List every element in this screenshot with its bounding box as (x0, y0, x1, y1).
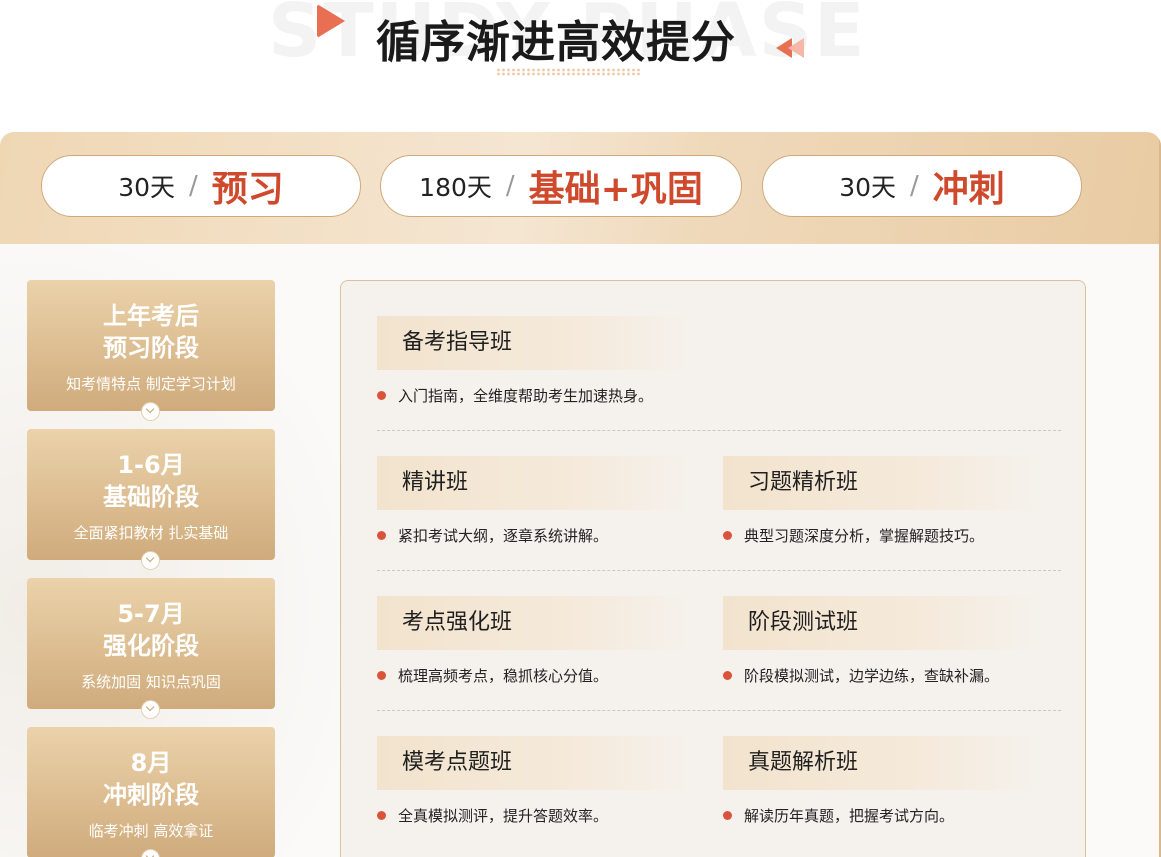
phase-days: 30天 (839, 173, 897, 202)
chevron-down-icon (142, 552, 159, 569)
course-title-stage-test[interactable]: 阶段测试班 (723, 596, 1053, 650)
bullet-dot (377, 811, 386, 820)
phase-name: 预习 (211, 169, 284, 210)
stage-subtitle: 知考情特点 制定学习计划 (66, 375, 236, 393)
course-description-text: 梳理高频考点，稳抓核心分值。 (398, 667, 609, 685)
dashed-divider (377, 570, 1061, 571)
phase-name: 基础+巩固 (528, 169, 703, 210)
study-plan-panel: 30天 / 预习 180天 / 基础+巩固 30天 / 冲刺 上年考后 预习阶段… (0, 132, 1161, 857)
stage-subtitle: 系统加固 知识点巩固 (81, 673, 221, 691)
slash-separator: / (189, 171, 198, 201)
stage-card-intensive[interactable]: 5-7月 强化阶段 系统加固 知识点巩固 (27, 578, 275, 718)
stage-card-sprint[interactable]: 8月 冲刺阶段 临考冲刺 高效拿证 (27, 727, 275, 857)
phase-days: 180天 (419, 173, 492, 202)
section-header: STUDY PHASE 循序渐进高效提分 (0, 0, 1161, 110)
stage-title: 8月 冲刺阶段 (103, 749, 199, 809)
course-title-mock-exam[interactable]: 模考点题班 (377, 736, 707, 790)
course-title-lecture[interactable]: 精讲班 (377, 456, 707, 510)
stage-title: 5-7月 强化阶段 (103, 600, 199, 660)
section-title: 循序渐进高效提分 (376, 17, 736, 68)
course-description-text: 全真模拟测评，提升答题效率。 (398, 807, 609, 825)
bullet-dot (723, 531, 732, 540)
stage-card-preview[interactable]: 上年考后 预习阶段 知考情特点 制定学习计划 (27, 280, 275, 420)
course-description-text: 典型习题深度分析，掌握解题技巧。 (744, 527, 985, 545)
course-description-text: 入门指南，全维度帮助考生加速热身。 (398, 387, 654, 405)
rewind-icon (776, 38, 810, 58)
phase-name: 冲刺 (932, 169, 1005, 210)
course-description: 阶段模拟测试，边学边练，查缺补漏。 (723, 666, 999, 686)
stage-subtitle: 全面紧扣教材 扎实基础 (73, 524, 229, 542)
stage-title: 1-6月 基础阶段 (103, 451, 199, 511)
slash-separator: / (505, 171, 515, 201)
stage-title: 上年考后 预习阶段 (103, 302, 199, 362)
phase-pill-sprint[interactable]: 30天 / 冲刺 (762, 155, 1082, 217)
course-title-past-papers[interactable]: 真题解析班 (723, 736, 1053, 790)
course-description: 入门指南，全维度帮助考生加速热身。 (377, 386, 653, 406)
course-title-key-points[interactable]: 考点强化班 (377, 596, 707, 650)
bullet-dot (723, 811, 732, 820)
chevron-down-icon (142, 850, 159, 857)
chevron-down-icon (142, 701, 159, 718)
dotted-ornament (496, 68, 640, 76)
dashed-divider (377, 430, 1061, 431)
course-description-text: 阶段模拟测试，边学边练，查缺补漏。 (744, 667, 1000, 685)
course-description: 梳理高频考点，稳抓核心分值。 (377, 666, 608, 686)
phase-pill-foundation[interactable]: 180天 / 基础+巩固 (380, 155, 742, 217)
play-icon (317, 4, 345, 38)
course-list-box: 备考指导班 入门指南，全维度帮助考生加速热身。 精讲班 紧扣考试大纲，逐章系统讲… (340, 280, 1086, 857)
course-description: 典型习题深度分析，掌握解题技巧。 (723, 526, 984, 546)
stage-subtitle: 临考冲刺 高效拿证 (88, 822, 214, 840)
course-title-exercise[interactable]: 习题精析班 (723, 456, 1053, 510)
course-description-text: 紧扣考试大纲，逐章系统讲解。 (398, 527, 609, 545)
bullet-dot (377, 531, 386, 540)
stage-card-foundation[interactable]: 1-6月 基础阶段 全面紧扣教材 扎实基础 (27, 429, 275, 569)
chevron-down-icon (142, 403, 159, 420)
course-description: 全真模拟测评，提升答题效率。 (377, 806, 608, 826)
bullet-dot (723, 671, 732, 680)
phase-pill-preview[interactable]: 30天 / 预习 (41, 155, 361, 217)
course-description: 解读历年真题，把握考试方向。 (723, 806, 954, 826)
slash-separator: / (910, 171, 919, 201)
dashed-divider (377, 710, 1061, 711)
course-description-text: 解读历年真题，把握考试方向。 (744, 807, 955, 825)
course-description: 紧扣考试大纲，逐章系统讲解。 (377, 526, 608, 546)
course-title-guidance[interactable]: 备考指导班 (377, 316, 707, 370)
bullet-dot (377, 391, 386, 400)
bullet-dot (377, 671, 386, 680)
phase-days: 30天 (118, 173, 176, 202)
